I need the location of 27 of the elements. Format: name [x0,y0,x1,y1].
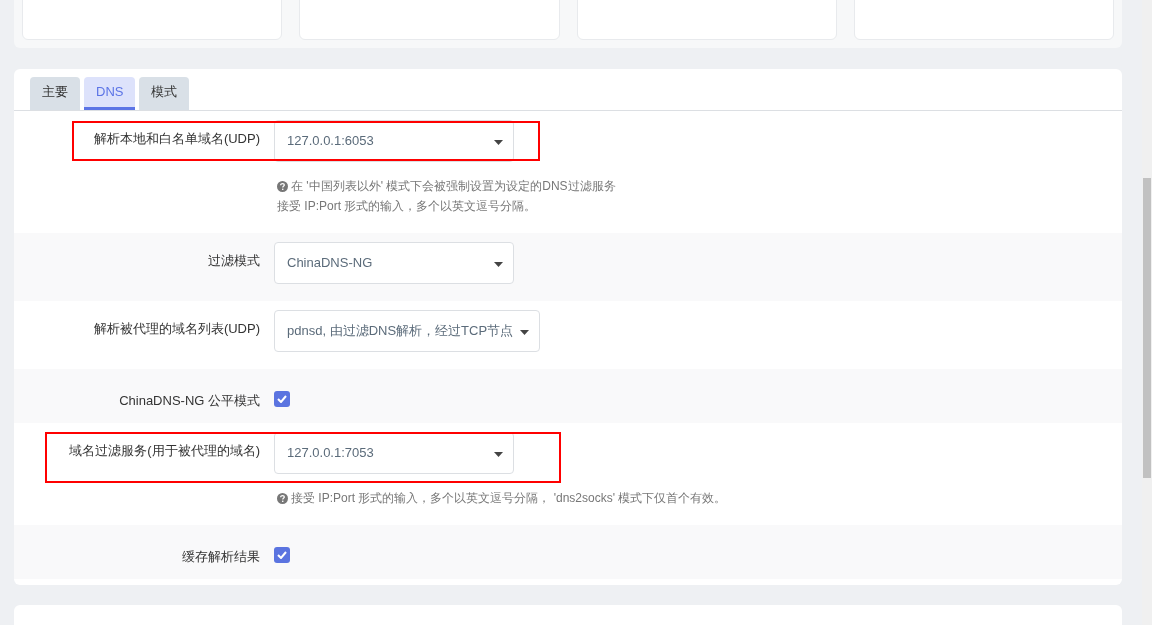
field-label: 过滤模式 [207,252,260,270]
tab[interactable]: 模式 [139,77,190,110]
field-label: 缓存解析结果 [181,548,260,566]
select-field[interactable]: pdnsd, 由过滤DNS解析，经过TCP节点 [274,310,540,352]
field-label: ChinaDNS-NG 公平模式 [118,392,260,410]
caret-icon [494,262,503,267]
caret-icon [520,330,529,335]
help-text: 接受 IP:Port 形式的输入，多个以英文逗号分隔， 'dns2socks' 模式下仅首个有效。 [291,490,727,507]
checkmark-icon [277,395,287,403]
select-field[interactable]: 127.0.0.1:6053 [274,120,514,162]
caret-icon [494,140,503,145]
tab[interactable]: 主要 [30,77,80,110]
field-label: 解析被代理的域名列表(UDP) [92,320,260,338]
field-label: 解析本地和白名单域名(UDP) [92,130,260,148]
help-text: 接受 IP:Port 形式的输入，多个以英文逗号分隔。 [277,198,537,215]
select-field[interactable]: ChinaDNS-NG [274,242,514,284]
caret-icon [494,452,503,457]
checkmark-icon [277,551,287,559]
scrollbar-thumb[interactable] [1143,178,1151,478]
checkbox[interactable] [274,547,290,563]
select-field[interactable]: 127.0.0.1:7053 [274,432,514,474]
help-icon [277,492,288,504]
help-text: 在 '中国列表以外' 模式下会被强制设置为设定的DNS过滤服务 [291,178,616,195]
field-label: 域名过滤服务(用于被代理的域名) [68,442,260,460]
help-icon [277,180,288,192]
tab[interactable]: DNS [84,77,136,110]
checkbox[interactable] [274,391,290,407]
